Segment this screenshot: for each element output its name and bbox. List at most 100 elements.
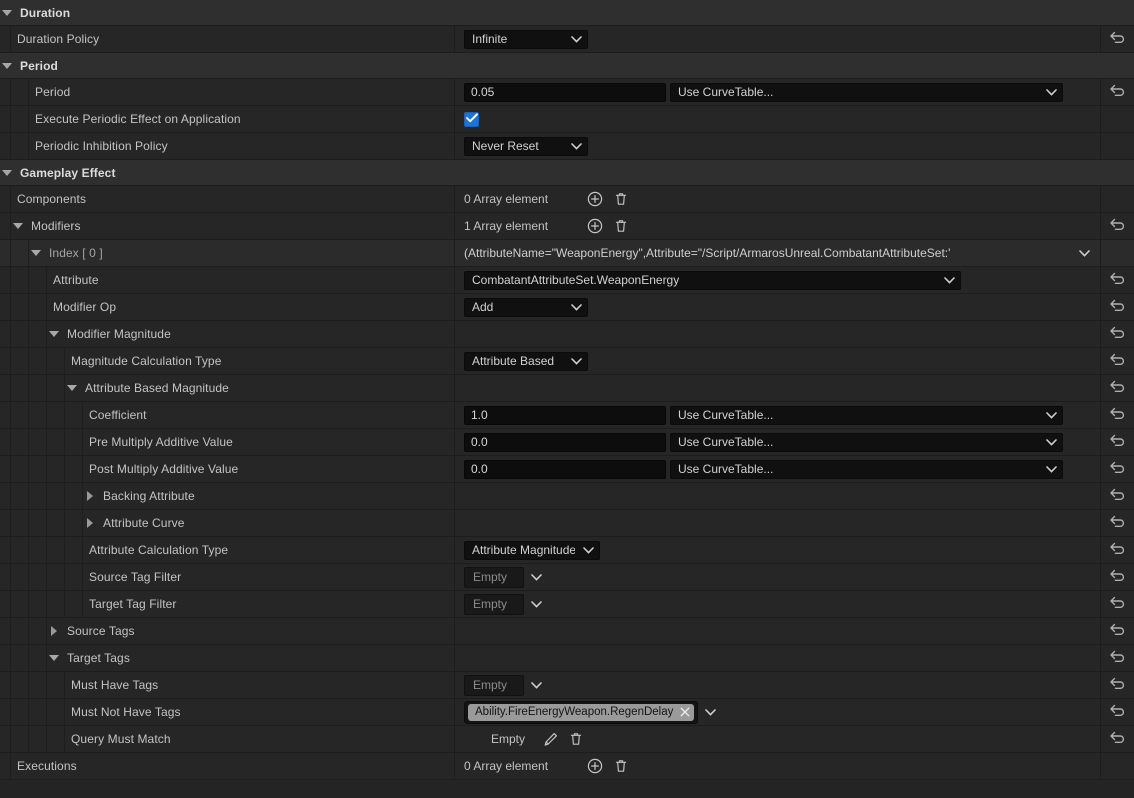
reset-arrow-icon[interactable] (1110, 461, 1125, 477)
reset-arrow-icon[interactable] (1110, 326, 1125, 342)
expand-twisty-down-icon[interactable] (0, 53, 14, 78)
target-tag-filter-box[interactable]: Empty (464, 594, 524, 615)
source-tag-filter-box[interactable]: Empty (464, 567, 524, 588)
expand-twisty-right-icon[interactable] (83, 510, 97, 536)
add-array-element-icon[interactable] (584, 755, 606, 777)
must-have-tags-box[interactable]: Empty (464, 675, 524, 696)
category-header-period[interactable]: Period (0, 53, 1134, 79)
reset-cell-modifier-op[interactable] (1100, 294, 1134, 320)
expand-twisty-right-icon[interactable] (83, 483, 97, 509)
expand-twisty-down-icon[interactable] (65, 375, 79, 401)
reset-arrow-icon[interactable] (1110, 407, 1125, 423)
chevron-down-icon[interactable] (531, 597, 542, 611)
edit-pencil-icon[interactable] (539, 728, 561, 750)
reset-cell-post-multiply[interactable] (1100, 456, 1134, 482)
execute-periodic-effect-checkbox[interactable] (464, 112, 479, 127)
attribute-dropdown[interactable]: CombatantAttributeSet.WeaponEnergy (464, 271, 961, 290)
property-row-query-must-match: Query Must Match Empty (0, 726, 1134, 753)
expand-twisty-down-icon[interactable] (47, 645, 61, 671)
delete-array-icon[interactable] (610, 215, 632, 237)
reset-cell-attribute-calculation-type[interactable] (1100, 537, 1134, 563)
reset-arrow-icon[interactable] (1110, 677, 1125, 693)
clear-tag-icon[interactable] (678, 706, 691, 719)
reset-arrow-icon[interactable] (1110, 31, 1125, 47)
reset-cell-target-tags[interactable] (1100, 645, 1134, 671)
pre-multiply-curvetable-dropdown[interactable]: Use CurveTable... (670, 433, 1063, 452)
reset-cell-duration-policy[interactable] (1100, 26, 1134, 52)
pre-multiply-input[interactable]: 0.0 (464, 433, 666, 452)
category-header-duration[interactable]: Duration (0, 0, 1134, 26)
chevron-down-icon[interactable] (705, 705, 716, 719)
reset-cell-attribute[interactable] (1100, 267, 1134, 293)
reset-arrow-icon[interactable] (1110, 542, 1125, 558)
category-header-gameplay-effect[interactable]: Gameplay Effect (0, 160, 1134, 186)
reset-arrow-icon[interactable] (1110, 380, 1125, 396)
delete-query-icon[interactable] (565, 728, 587, 750)
reset-cell-attribute-curve[interactable] (1100, 510, 1134, 536)
expand-twisty-right-icon[interactable] (47, 618, 61, 644)
duration-policy-dropdown[interactable]: Infinite (464, 30, 588, 49)
reset-cell-magnitude-calculation-type[interactable] (1100, 348, 1134, 374)
expand-twisty-down-icon[interactable] (29, 240, 43, 266)
reset-cell-modifiers[interactable] (1100, 213, 1134, 239)
reset-cell-coefficient[interactable] (1100, 402, 1134, 428)
add-array-element-icon[interactable] (584, 188, 606, 210)
indent-guides (0, 429, 83, 455)
post-multiply-input[interactable]: 0.0 (464, 460, 666, 479)
modifier-op-dropdown[interactable]: Add (464, 298, 588, 317)
reset-arrow-icon[interactable] (1110, 299, 1125, 315)
reset-arrow-icon[interactable] (1110, 623, 1125, 639)
periodic-inhibition-policy-dropdown[interactable]: Never Reset (464, 137, 588, 156)
reset-cell-target-tag-filter[interactable] (1100, 591, 1134, 617)
expand-twisty-down-icon[interactable] (0, 160, 14, 185)
source-tag-filter-value: Empty (473, 570, 507, 584)
property-label-source-tag-filter: Source Tag Filter (83, 570, 181, 584)
reset-cell-source-tags[interactable] (1100, 618, 1134, 644)
reset-arrow-icon[interactable] (1110, 272, 1125, 288)
delete-array-icon[interactable] (610, 188, 632, 210)
reset-cell-pre-multiply[interactable] (1100, 429, 1134, 455)
reset-cell-must-not-have-tags[interactable] (1100, 699, 1134, 725)
coefficient-curvetable-dropdown[interactable]: Use CurveTable... (670, 406, 1063, 425)
magnitude-calculation-type-dropdown[interactable]: Attribute Based (464, 352, 588, 371)
chevron-down-icon[interactable] (531, 678, 542, 692)
attribute-calculation-type-dropdown[interactable]: Attribute Magnitude (464, 541, 600, 560)
reset-arrow-icon[interactable] (1110, 218, 1125, 234)
reset-arrow-icon[interactable] (1110, 650, 1125, 666)
reset-cell-source-tag-filter[interactable] (1100, 564, 1134, 590)
property-name-cell: Index [ 0 ] (0, 240, 455, 266)
reset-cell-backing-attribute[interactable] (1100, 483, 1134, 509)
reset-arrow-icon[interactable] (1110, 434, 1125, 450)
property-name-cell: Components (0, 186, 455, 212)
reset-arrow-icon[interactable] (1110, 704, 1125, 720)
reset-arrow-icon[interactable] (1110, 353, 1125, 369)
post-multiply-curvetable-dropdown[interactable]: Use CurveTable... (670, 460, 1063, 479)
must-not-have-tags-box[interactable]: Ability.FireEnergyWeapon.RegenDelay (464, 701, 698, 724)
reset-cell-must-have-tags[interactable] (1100, 672, 1134, 698)
expand-twisty-down-icon[interactable] (0, 0, 14, 25)
reset-cell-query-must-match[interactable] (1100, 726, 1134, 752)
reset-cell-attribute-based-magnitude[interactable] (1100, 375, 1134, 401)
reset-cell-period[interactable] (1100, 79, 1134, 105)
reset-arrow-icon[interactable] (1110, 731, 1125, 747)
reset-arrow-icon[interactable] (1110, 84, 1125, 100)
reset-arrow-icon[interactable] (1110, 488, 1125, 504)
index-0-struct-dropdown[interactable]: (AttributeName="WeaponEnergy",Attribute=… (464, 246, 1100, 260)
delete-array-icon[interactable] (610, 755, 632, 777)
expand-twisty-down-icon[interactable] (47, 321, 61, 347)
period-value-input[interactable]: 0.05 (464, 83, 666, 102)
reset-arrow-icon[interactable] (1110, 596, 1125, 612)
reset-cell-modifier-magnitude[interactable] (1100, 321, 1134, 347)
expand-twisty-down-icon[interactable] (11, 213, 25, 239)
reset-arrow-icon[interactable] (1110, 515, 1125, 531)
period-curvetable-dropdown[interactable]: Use CurveTable... (670, 83, 1063, 102)
chevron-down-icon[interactable] (531, 570, 542, 584)
property-name-cell: Pre Multiply Additive Value (0, 429, 455, 455)
add-array-element-icon[interactable] (584, 215, 606, 237)
tag-chip[interactable]: Ability.FireEnergyWeapon.RegenDelay (468, 704, 694, 721)
reset-arrow-icon[interactable] (1110, 569, 1125, 585)
property-value-cell: 0.05 Use CurveTable... (455, 79, 1100, 105)
coefficient-input[interactable]: 1.0 (464, 406, 666, 425)
property-name-cell: Attribute Based Magnitude (0, 375, 455, 401)
chevron-down-icon (1046, 85, 1057, 99)
